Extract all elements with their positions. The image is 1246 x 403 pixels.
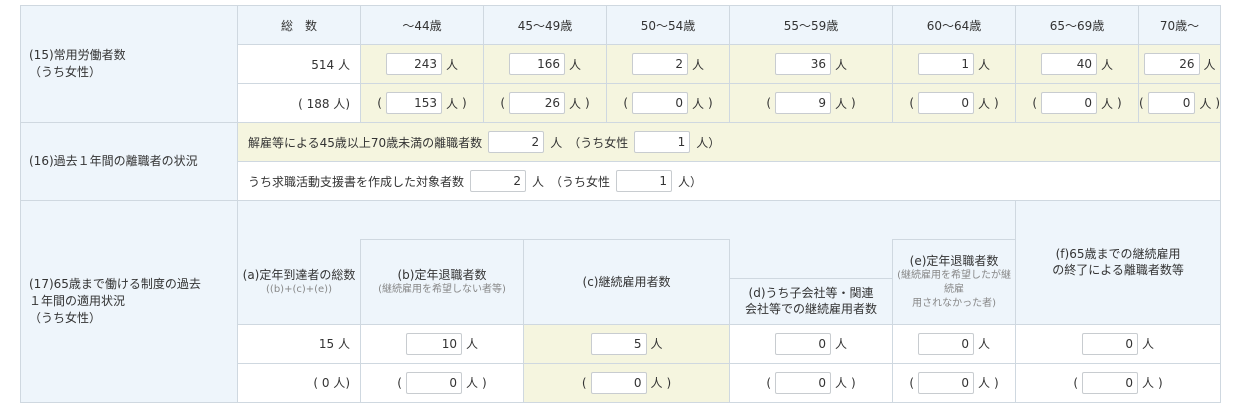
- input-women-d[interactable]: 0: [775, 371, 832, 394]
- support-doc-label: うち求職活動支援書を作成した対象者数: [248, 174, 465, 189]
- header-a: (a)定年到達者の総数 ((b)+(c)+(e)): [237, 239, 361, 325]
- input-age-60-64[interactable]: 1: [918, 53, 975, 75]
- report-table: (15)常用労働者数 （うち女性） 総 数 ～44歳 45～49歳 50～54歳…: [20, 5, 1222, 403]
- support-doc-women-input[interactable]: 1: [616, 170, 673, 192]
- sec15-label: (15)常用労働者数 （うち女性）: [20, 5, 238, 123]
- input-age-50-54[interactable]: 2: [632, 53, 688, 75]
- dismissal-count-input[interactable]: 2: [488, 131, 545, 153]
- header-age-70: 70歳～: [1138, 5, 1222, 45]
- input-e[interactable]: 0: [918, 332, 975, 355]
- header-e: (e)定年退職者数 (継続雇用を希望したが継続雇 用されなかった者): [892, 239, 1017, 325]
- input-age-45-49[interactable]: 166: [509, 53, 565, 75]
- header-age-45-49: 45～49歳: [482, 5, 608, 45]
- input-age-70[interactable]: 26: [1143, 53, 1200, 75]
- input-age-55-59[interactable]: 36: [775, 53, 832, 75]
- header-age-60-64: 60～64歳: [892, 5, 1017, 45]
- input-women-f[interactable]: 0: [1082, 371, 1139, 394]
- input-women-age-55-59[interactable]: 9: [775, 92, 832, 114]
- input-women-c[interactable]: 0: [590, 371, 647, 394]
- input-c[interactable]: 5: [590, 332, 647, 355]
- header-f: (f)65歳までの継続雇用 の終了による離職者数等: [1015, 200, 1222, 325]
- input-f[interactable]: 0: [1082, 332, 1139, 355]
- header-age-44: ～44歳: [360, 5, 484, 45]
- dismissal-label: 解雇等による45歳以上70歳未満の離職者数: [248, 135, 483, 150]
- dismissal-women-input[interactable]: 1: [634, 131, 691, 153]
- retirement-total: 15 人: [237, 323, 361, 364]
- header-b: (b)定年退職者数 (継続雇用を希望しない者等): [360, 239, 524, 325]
- input-women-age-44[interactable]: 153: [385, 92, 442, 114]
- input-women-b[interactable]: 0: [405, 371, 462, 394]
- input-women-age-65-69[interactable]: 0: [1041, 92, 1098, 114]
- input-women-age-50-54[interactable]: 0: [632, 92, 688, 114]
- support-doc-women-label: （うち女性: [550, 174, 611, 189]
- total-count: 514 人: [237, 44, 361, 84]
- sec16-label: (16)過去１年間の離職者の状況: [20, 122, 238, 201]
- total-women-count: ( 188 人): [237, 83, 361, 123]
- input-women-e[interactable]: 0: [918, 371, 975, 394]
- input-women-age-45-49[interactable]: 26: [509, 92, 565, 114]
- input-age-44[interactable]: 243: [385, 53, 442, 75]
- support-doc-count-input[interactable]: 2: [470, 170, 527, 192]
- input-women-age-60-64[interactable]: 0: [918, 92, 975, 114]
- input-b[interactable]: 10: [405, 332, 462, 355]
- header-age-65-69: 65～69歳: [1015, 5, 1140, 45]
- header-age-55-59: 55～59歳: [729, 5, 894, 45]
- input-d[interactable]: 0: [775, 332, 832, 355]
- header-total: 総 数: [237, 5, 361, 45]
- sec17-label: (17)65歳まで働ける制度の過去 １年間の適用状況 （うち女性）: [20, 200, 238, 403]
- retirement-total-women: ( 0 人): [237, 362, 361, 403]
- header-age-50-54: 50～54歳: [606, 5, 731, 45]
- header-c: (c)継続雇用者数: [522, 239, 731, 325]
- dismissal-women-label: （うち女性: [568, 135, 629, 150]
- header-d: (d)うち子会社等・関連 会社等での継続雇用者数: [729, 277, 894, 325]
- input-women-age-70[interactable]: 0: [1147, 92, 1196, 114]
- input-age-65-69[interactable]: 40: [1041, 53, 1098, 75]
